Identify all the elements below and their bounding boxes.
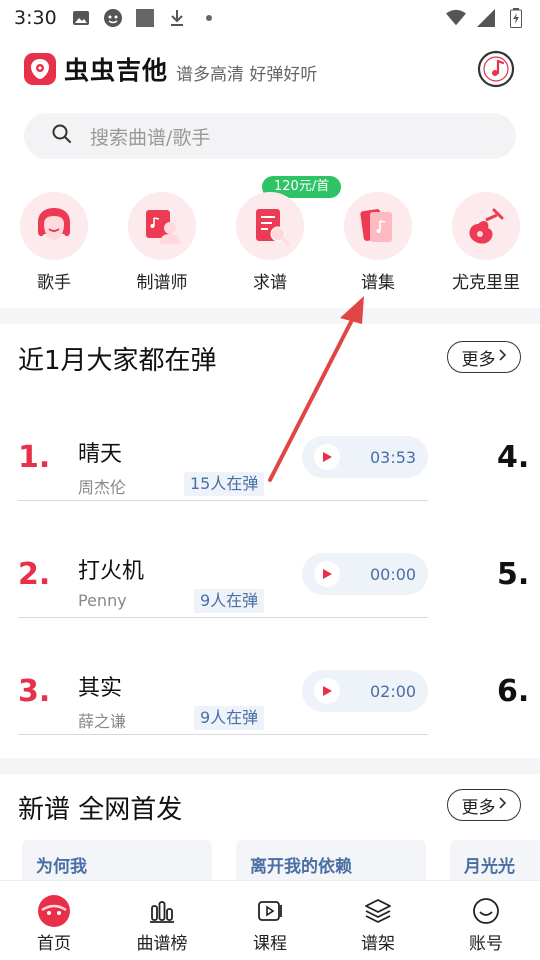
nav-label: 课程 — [253, 934, 287, 954]
play-icon — [314, 561, 340, 587]
category-request-score[interactable]: 求谱 — [225, 192, 315, 293]
category-score-collection[interactable]: 谱集 — [333, 192, 423, 293]
nav-label: 谱架 — [361, 934, 395, 954]
singer-face-icon — [20, 192, 88, 260]
next-column-rank: 5. — [497, 557, 530, 592]
song-name: 打火机 — [78, 559, 145, 584]
score-maker-icon — [128, 192, 196, 260]
next-column-rank: 6. — [497, 674, 530, 709]
category-label: 制谱师 — [136, 273, 188, 293]
players-count-badge: 15人在弹 — [184, 472, 265, 496]
nav-chart[interactable]: 曲谱榜 — [108, 881, 216, 960]
play-icon — [314, 444, 340, 470]
song-rank: 1. — [18, 440, 51, 475]
nav-home[interactable]: 首页 — [0, 881, 108, 960]
song-artist: 薛之谦 — [78, 712, 127, 731]
category-label: 谱集 — [361, 273, 395, 293]
trending-title: 近1月大家都在弹 — [18, 346, 217, 376]
nav-label: 曲谱榜 — [136, 934, 188, 954]
chevron-right-icon — [498, 795, 507, 815]
home-planet-icon — [36, 893, 72, 929]
wifi-icon — [446, 8, 466, 28]
next-column-rank: 4. — [497, 440, 530, 475]
nav-label: 账号 — [469, 934, 503, 954]
headset-icon — [103, 8, 123, 28]
song-name: 其实 — [78, 676, 123, 701]
row-divider — [18, 617, 428, 618]
song-row[interactable]: 2. 打火机 Penny 9人在弹 00:00 5. — [0, 535, 540, 635]
song-duration: 03:53 — [370, 447, 417, 467]
players-count-badge: 9人在弹 — [194, 589, 265, 613]
square-icon — [135, 8, 155, 28]
more-label: 更多 — [461, 349, 496, 370]
card-title: 为何我 — [36, 857, 87, 877]
chart-bars-icon — [144, 893, 180, 929]
row-divider — [18, 734, 428, 735]
category-ukulele[interactable]: 尤克里里 — [441, 192, 531, 293]
category-label: 歌手 — [37, 273, 71, 293]
battery-icon — [506, 8, 526, 28]
nav-courses[interactable]: 课程 — [216, 881, 324, 960]
status-system-icons — [446, 8, 526, 28]
section-divider — [0, 308, 540, 324]
play-button[interactable]: 02:00 — [302, 670, 428, 712]
players-count-badge: 9人在弹 — [194, 706, 265, 730]
song-row[interactable]: 3. 其实 薛之谦 9人在弹 02:00 6. — [0, 652, 540, 752]
play-button[interactable]: 03:53 — [302, 436, 428, 478]
card-title: 月光光 — [464, 857, 515, 877]
image-icon — [71, 8, 91, 28]
smile-account-icon — [468, 893, 504, 929]
play-button[interactable]: 00:00 — [302, 553, 428, 595]
layers-icon — [360, 893, 396, 929]
guitar-pick-logo-icon — [24, 53, 56, 85]
category-label: 尤克里里 — [452, 273, 520, 293]
search-bar[interactable]: 搜索曲谱/歌手 — [24, 113, 516, 159]
song-name: 晴天 — [78, 442, 123, 467]
trending-more-button[interactable]: 更多 — [447, 341, 521, 373]
play-icon — [314, 678, 340, 704]
app-header: 虫虫吉他 谱多高清 好弹好听 — [24, 46, 516, 92]
card-title: 离开我的依赖 — [250, 857, 352, 877]
chevron-right-icon — [498, 347, 507, 367]
row-divider — [18, 500, 428, 501]
music-disc-icon[interactable] — [476, 49, 516, 89]
status-time: 3:30 — [14, 7, 57, 29]
app-name: 虫虫吉他 — [64, 56, 169, 85]
nav-account[interactable]: 账号 — [432, 881, 540, 960]
new-scores-more-button[interactable]: 更多 — [447, 789, 521, 821]
more-label: 更多 — [461, 797, 496, 818]
song-duration: 00:00 — [370, 564, 417, 584]
search-input[interactable]: 搜索曲谱/歌手 — [90, 123, 210, 150]
song-row[interactable]: 1. 晴天 周杰伦 15人在弹 03:53 4. — [0, 418, 540, 518]
category-singer[interactable]: 歌手 — [9, 192, 99, 293]
app-slogan: 谱多高清 好弹好听 — [176, 64, 318, 85]
download-icon — [167, 8, 187, 28]
nav-label: 首页 — [37, 934, 71, 954]
song-artist: Penny — [78, 591, 127, 610]
new-scores-title: 新谱 全网首发 — [18, 795, 183, 825]
request-score-icon — [236, 192, 304, 260]
section-divider — [0, 758, 540, 774]
ukulele-icon — [452, 192, 520, 260]
song-duration: 02:00 — [370, 681, 417, 701]
category-row: 120元/首 歌手 制谱师 求谱 谱集 尤克里里 — [0, 176, 540, 306]
song-artist: 周杰伦 — [78, 478, 127, 497]
score-collection-icon — [344, 192, 412, 260]
video-play-icon — [252, 893, 288, 929]
nav-score-shelf[interactable]: 谱架 — [324, 881, 432, 960]
search-icon — [52, 124, 72, 148]
dot-icon — [199, 8, 219, 28]
song-rank: 3. — [18, 674, 51, 709]
status-notification-icons — [71, 8, 219, 28]
signal-icon — [476, 8, 496, 28]
bottom-navigation: 首页 曲谱榜 课程 谱架 账号 — [0, 880, 540, 960]
song-rank: 2. — [18, 557, 51, 592]
category-score-maker[interactable]: 制谱师 — [117, 192, 207, 293]
status-bar: 3:30 — [0, 0, 540, 36]
category-label: 求谱 — [253, 273, 287, 293]
